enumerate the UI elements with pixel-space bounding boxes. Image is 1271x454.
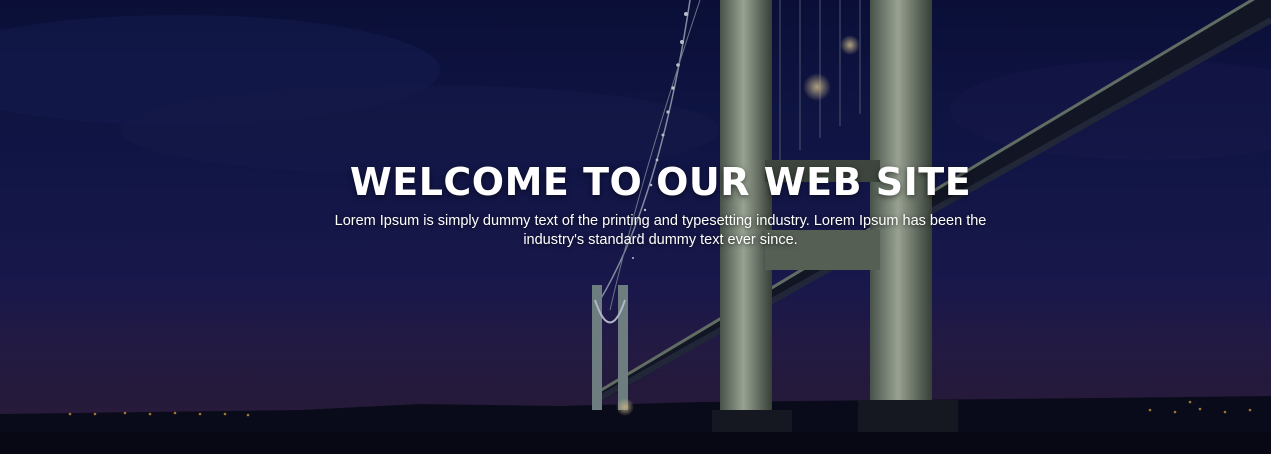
hero-caption: WELCOME TO OUR WEB SITE Lorem Ipsum is s… [0, 160, 1271, 250]
hero-title: WELCOME TO OUR WEB SITE [349, 160, 972, 204]
hero-subtitle: Lorem Ipsum is simply dummy text of the … [334, 213, 987, 248]
hero-banner: WELCOME TO OUR WEB SITE Lorem Ipsum is s… [0, 0, 1271, 454]
